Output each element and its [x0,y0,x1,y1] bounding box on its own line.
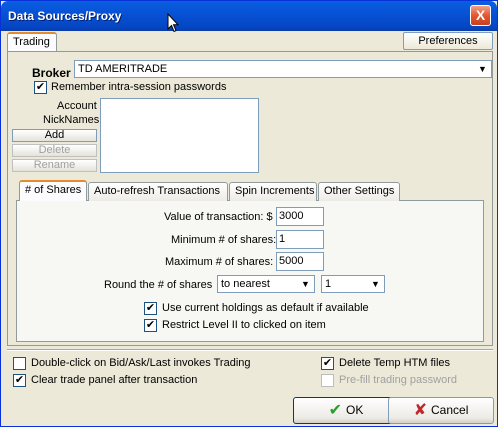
mouse-cursor-icon [167,13,179,33]
tab-spin-increments[interactable]: Spin Increments [229,182,317,201]
check-icon: ✔ [145,319,156,331]
section-divider [7,349,493,351]
value-label: Value of transaction: $ [164,211,273,223]
prefill-password-checkbox[interactable] [321,374,334,387]
nicknames-list[interactable] [100,98,259,173]
delete-temp-checkbox[interactable]: ✔ [321,357,334,370]
min-shares-label: Minimum # of shares: [171,234,277,246]
ok-label: OK [346,403,364,417]
clear-panel-checkbox[interactable]: ✔ [13,374,26,387]
account-label: Account [57,100,97,112]
broker-select[interactable]: TD AMERITRADE ▼ [74,60,492,78]
use-holdings-checkbox[interactable]: ✔ [144,302,157,315]
check-icon: ✔ [14,374,25,386]
tab-auto-refresh[interactable]: Auto-refresh Transactions [88,182,228,201]
round-label: Round the # of shares [104,279,213,291]
dialog-window: Data Sources/Proxy X Trading Preferences… [0,0,498,427]
round-mode-select[interactable]: to nearest ▼ [217,275,315,293]
value-input[interactable]: 3000 [276,207,324,226]
delete-temp-label: Delete Temp HTM files [339,357,451,369]
nicknames-label: NickNames [43,114,100,126]
restrict-level2-checkbox[interactable]: ✔ [144,319,157,332]
add-button[interactable]: Add [12,129,97,142]
title-bar[interactable]: Data Sources/Proxy X [1,1,497,33]
tab-other-settings[interactable]: Other Settings [318,182,400,201]
cancel-label: Cancel [431,403,469,417]
doubleclick-label: Double-click on Bid/Ask/Last invokes Tra… [31,357,251,369]
use-holdings-label: Use current holdings as default if avail… [162,302,369,314]
min-shares-input[interactable]: 1 [276,230,324,249]
preferences-button[interactable]: Preferences [403,32,493,50]
ok-button[interactable]: ✔ OK [293,397,399,424]
window-title: Data Sources/Proxy [8,9,122,23]
broker-value: TD AMERITRADE [78,63,168,75]
broker-label: Broker [32,66,71,80]
remember-passwords-checkbox[interactable]: ✔ [34,81,47,94]
prefill-password-label: Pre-fill trading password [339,374,457,386]
cancel-button[interactable]: ✘ Cancel [388,397,494,424]
delete-button[interactable]: Delete [12,144,97,157]
check-icon: ✔ [145,302,156,314]
remember-passwords-label: Remember intra-session passwords [51,81,227,93]
max-shares-input[interactable]: 5000 [276,252,324,271]
rename-button[interactable]: Rename [12,159,97,172]
check-icon: ✔ [35,81,46,93]
tab-shares[interactable]: # of Shares [19,180,87,201]
clear-panel-label: Clear trade panel after transaction [31,374,198,386]
chevron-down-icon[interactable]: ▼ [368,277,383,291]
close-button[interactable]: X [470,5,491,26]
round-mode-value: to nearest [221,278,270,290]
max-shares-label: Maximum # of shares: [165,256,274,268]
check-icon: ✔ [328,402,343,420]
round-value: 1 [325,278,332,290]
tab-trading[interactable]: Trading [7,32,57,52]
check-icon: ✔ [322,357,333,369]
doubleclick-checkbox[interactable] [13,357,26,370]
restrict-level2-label: Restrict Level II to clicked on item [162,319,326,331]
chevron-down-icon[interactable]: ▼ [475,62,490,76]
chevron-down-icon[interactable]: ▼ [298,277,313,291]
x-icon: ✘ [413,402,428,420]
round-value-select[interactable]: 1 ▼ [321,275,385,293]
